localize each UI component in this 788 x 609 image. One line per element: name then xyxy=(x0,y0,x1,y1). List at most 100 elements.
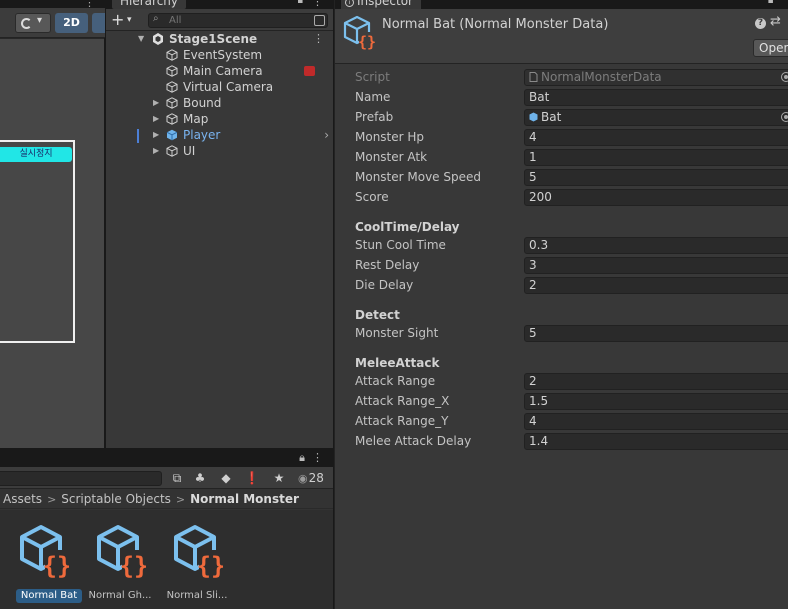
asset-item-normal-ghost[interactable]: {} Normal Gh... xyxy=(82,524,158,604)
prop-label: Attack Range_X xyxy=(355,394,450,408)
asset-label: Normal Bat xyxy=(16,589,82,603)
tab-hierarchy[interactable]: Hierarchy xyxy=(112,0,187,9)
mode-2d-button[interactable]: 2D xyxy=(55,13,88,33)
filter-by-label-icon[interactable]: ◆ xyxy=(218,470,234,486)
rest-delay-field[interactable]: 3 xyxy=(524,257,788,274)
lock-icon[interactable]: 🔒︎ xyxy=(768,0,773,6)
scene-view[interactable]: 실시정지 xyxy=(0,39,104,448)
hierarchy-item-main-camera[interactable]: Main Camera xyxy=(106,63,333,79)
hierarchy-scene-row[interactable]: ▼ Stage1Scene ⋮ xyxy=(106,31,333,47)
cube-outline-icon xyxy=(166,97,178,109)
search-by-type-icon[interactable]: ⧉ xyxy=(169,470,185,486)
monster-atk-field[interactable]: 1 xyxy=(524,149,788,166)
monster-sight-field[interactable]: 5 xyxy=(524,325,788,342)
hierarchy-item-ui[interactable]: ▶ UI xyxy=(106,143,333,159)
cube-outline-icon xyxy=(166,81,178,93)
tab-inspector-label: Inspector xyxy=(357,0,413,8)
scene-name: Stage1Scene xyxy=(169,32,258,46)
attack-range-y-field[interactable]: 4 xyxy=(524,413,788,430)
sliders-icon[interactable]: ⇄ xyxy=(770,14,781,29)
breadcrumb-item-normal-monster[interactable]: Normal Monster xyxy=(190,492,299,506)
hierarchy-menu-icon[interactable]: ⋮ xyxy=(312,0,323,8)
object-picker-icon[interactable] xyxy=(781,112,788,122)
prop-row-score: Score 200 xyxy=(335,188,788,206)
name-field[interactable]: Bat xyxy=(524,89,788,106)
help-icon[interactable]: ? xyxy=(755,18,766,29)
breadcrumb-item-assets[interactable]: Assets xyxy=(3,492,42,506)
hierarchy-item-label: Bound xyxy=(183,96,222,110)
attack-range-x-field[interactable]: 1.5 xyxy=(524,393,788,410)
asset-item-normal-bat[interactable]: {} Normal Bat xyxy=(5,524,82,604)
open-button[interactable]: Open xyxy=(753,39,788,57)
filter-by-type-icon[interactable]: ♣ xyxy=(192,470,208,486)
project-menu-icon[interactable]: ⋮ xyxy=(312,451,323,464)
hierarchy-item-virtual-camera[interactable]: Virtual Camera xyxy=(106,79,333,95)
prop-label: Script xyxy=(355,70,390,84)
prop-label: Rest Delay xyxy=(355,258,420,272)
scene-toolbar-button[interactable] xyxy=(92,13,105,33)
script-file-icon xyxy=(529,72,538,82)
search-options-icon[interactable] xyxy=(314,15,325,26)
breadcrumb-item-scriptable-objects[interactable]: Scriptable Objects xyxy=(61,492,171,506)
fold-closed-icon[interactable]: ▶ xyxy=(153,143,159,159)
hierarchy-item-bound[interactable]: ▶ Bound xyxy=(106,95,333,111)
prefab-icon xyxy=(166,129,178,141)
breadcrumb: Assets > Scriptable Objects > Normal Monster xyxy=(0,489,333,509)
hidden-packages-toggle[interactable]: ◉28 xyxy=(298,470,324,486)
fold-closed-icon[interactable]: ▶ xyxy=(153,111,159,127)
prefab-field[interactable]: Bat xyxy=(524,109,788,126)
create-button[interactable]: + ▾ xyxy=(111,11,139,28)
scriptable-object-icon: {} xyxy=(97,525,146,580)
asset-label: Normal Gh... xyxy=(88,590,152,601)
prop-row-attack-range-x: Attack Range_X 1.5 xyxy=(335,392,788,410)
prop-row-prefab: Prefab Bat xyxy=(335,108,788,126)
svg-text:{}: {} xyxy=(197,552,223,580)
project-search-input[interactable] xyxy=(0,471,162,486)
scriptable-object-icon: {} xyxy=(343,15,375,51)
hierarchy-search-input[interactable] xyxy=(169,14,299,27)
lock-icon[interactable]: 🔒︎ xyxy=(299,451,305,465)
chevron-down-icon: ▾ xyxy=(127,15,132,25)
chevron-right-icon[interactable]: › xyxy=(324,127,329,143)
plus-icon: + xyxy=(111,10,125,29)
prop-label: Monster Sight xyxy=(355,326,439,340)
prop-row-melee-attack-delay: Melee Attack Delay 1.4 xyxy=(335,432,788,450)
script-value: NormalMonsterData xyxy=(541,70,662,84)
prop-label: Die Delay xyxy=(355,278,414,292)
hierarchy-item-player[interactable]: ▶ Player › xyxy=(106,127,333,143)
fold-closed-icon[interactable]: ▶ xyxy=(153,127,159,143)
monster-move-speed-field[interactable]: 5 xyxy=(524,169,788,186)
asset-item-normal-slime[interactable]: {} Normal Sli... xyxy=(159,524,235,604)
fold-closed-icon[interactable]: ▶ xyxy=(153,95,159,111)
favorites-star-icon[interactable]: ★ xyxy=(271,470,287,486)
show-errors-icon[interactable]: ❗ xyxy=(244,470,260,486)
attack-range-field[interactable]: 2 xyxy=(524,373,788,390)
hierarchy-tab-bar: Hierarchy 🔒︎ ⋮ xyxy=(106,0,333,9)
stun-cool-time-field[interactable]: 0.3 xyxy=(524,237,788,254)
lock-icon[interactable]: 🔒︎ xyxy=(298,0,303,6)
chevron-right-icon: > xyxy=(47,493,57,506)
inspector-header: {} Normal Bat (Normal Monster Data) ? ⇄ … xyxy=(335,9,788,64)
monster-hp-field[interactable]: 4 xyxy=(524,129,788,146)
gizmo-toggle-button[interactable]: ▾ xyxy=(15,13,51,33)
hierarchy-item-map[interactable]: ▶ Map xyxy=(106,111,333,127)
prop-row-monster-move-speed: Monster Move Speed 5 xyxy=(335,168,788,186)
prop-label: Monster Move Speed xyxy=(355,170,481,184)
scene-menu-icon[interactable]: ⋮ xyxy=(313,31,324,47)
hierarchy-item-eventsystem[interactable]: EventSystem xyxy=(106,47,333,63)
hierarchy-item-label: Player xyxy=(183,128,221,142)
prop-label: Prefab xyxy=(355,110,394,124)
hierarchy-item-label: Main Camera xyxy=(183,64,263,78)
tab-inspector[interactable]: i Inspector xyxy=(341,0,421,9)
melee-attack-delay-field[interactable]: 1.4 xyxy=(524,433,788,450)
hierarchy-search[interactable]: ⌕ xyxy=(148,13,328,28)
search-icon: ⌕ xyxy=(153,13,159,24)
camera-bounds-frame xyxy=(0,140,75,343)
score-field[interactable]: 200 xyxy=(524,189,788,206)
asset-grid: {} Normal Bat {} Normal Gh... {} Normal … xyxy=(0,510,333,609)
fold-open-icon[interactable]: ▼ xyxy=(138,31,144,47)
prop-row-monster-atk: Monster Atk 1 xyxy=(335,148,788,166)
cube-outline-icon xyxy=(166,49,178,61)
die-delay-field[interactable]: 2 xyxy=(524,277,788,294)
project-panel: 🔒︎ ⋮ ⧉ ♣ ◆ ❗ ★ ◉28 Assets > Scriptable Obj… xyxy=(0,448,333,609)
